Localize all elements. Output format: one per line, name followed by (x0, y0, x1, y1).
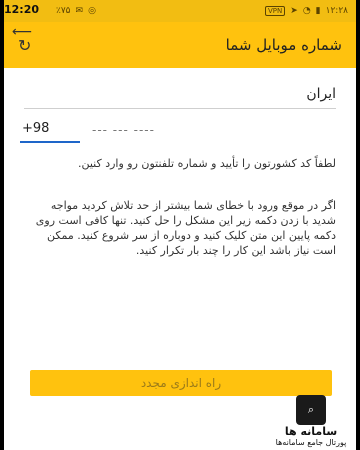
wifi-icon: ◔ (302, 6, 311, 16)
logo-icon: ⌕ (296, 395, 326, 425)
logo-tagline: پورتال جامع سامانه‌ها (275, 438, 347, 447)
status-time: ۱۲:۲۸ (325, 6, 348, 16)
vpn-badge: VPN (265, 6, 286, 16)
page-title: شماره موبایل شما (225, 36, 342, 54)
overlay-time: 12:20 (4, 3, 40, 16)
status-bar: ٪۷۵ ✉ ◎ VPN ➤ ◔ ▮ ۱۲:۲۸ (4, 0, 356, 22)
battery-percent: ٪۷۵ (56, 6, 71, 16)
signal-icon: ▮ (315, 6, 321, 16)
hint-text: لطفاً کد کشورتون را تأیید و شماره تلفنتو… (77, 157, 336, 170)
country-code-input[interactable]: +98 (20, 121, 80, 143)
app-bar: ⟵ ↻ شماره موبایل شما (4, 22, 356, 68)
back-arrow-icon[interactable]: ⟵ (12, 24, 32, 40)
watermark-logo: ⌕ سامانه ها پورتال جامع سامانه‌ها (272, 395, 350, 447)
telegram-icon: ➤ (290, 6, 298, 16)
notification-icon: ✉ (75, 6, 84, 16)
error-help-text: اگر در موقع ورود با خطای شما بیشتر از حد… (35, 199, 336, 257)
logo-name: سامانه ها (284, 425, 338, 438)
phone-screen: ٪۷۵ ✉ ◎ VPN ➤ ◔ ▮ ۱۲:۲۸ ⟵ ↻ شماره موبایل… (4, 0, 356, 450)
retry-button[interactable]: راه اندازی مجدد (30, 370, 332, 396)
phone-number-input[interactable]: --- --- ---- (92, 123, 322, 141)
notification-icon-2: ◎ (88, 6, 96, 16)
country-selector[interactable]: ایران (24, 86, 336, 109)
